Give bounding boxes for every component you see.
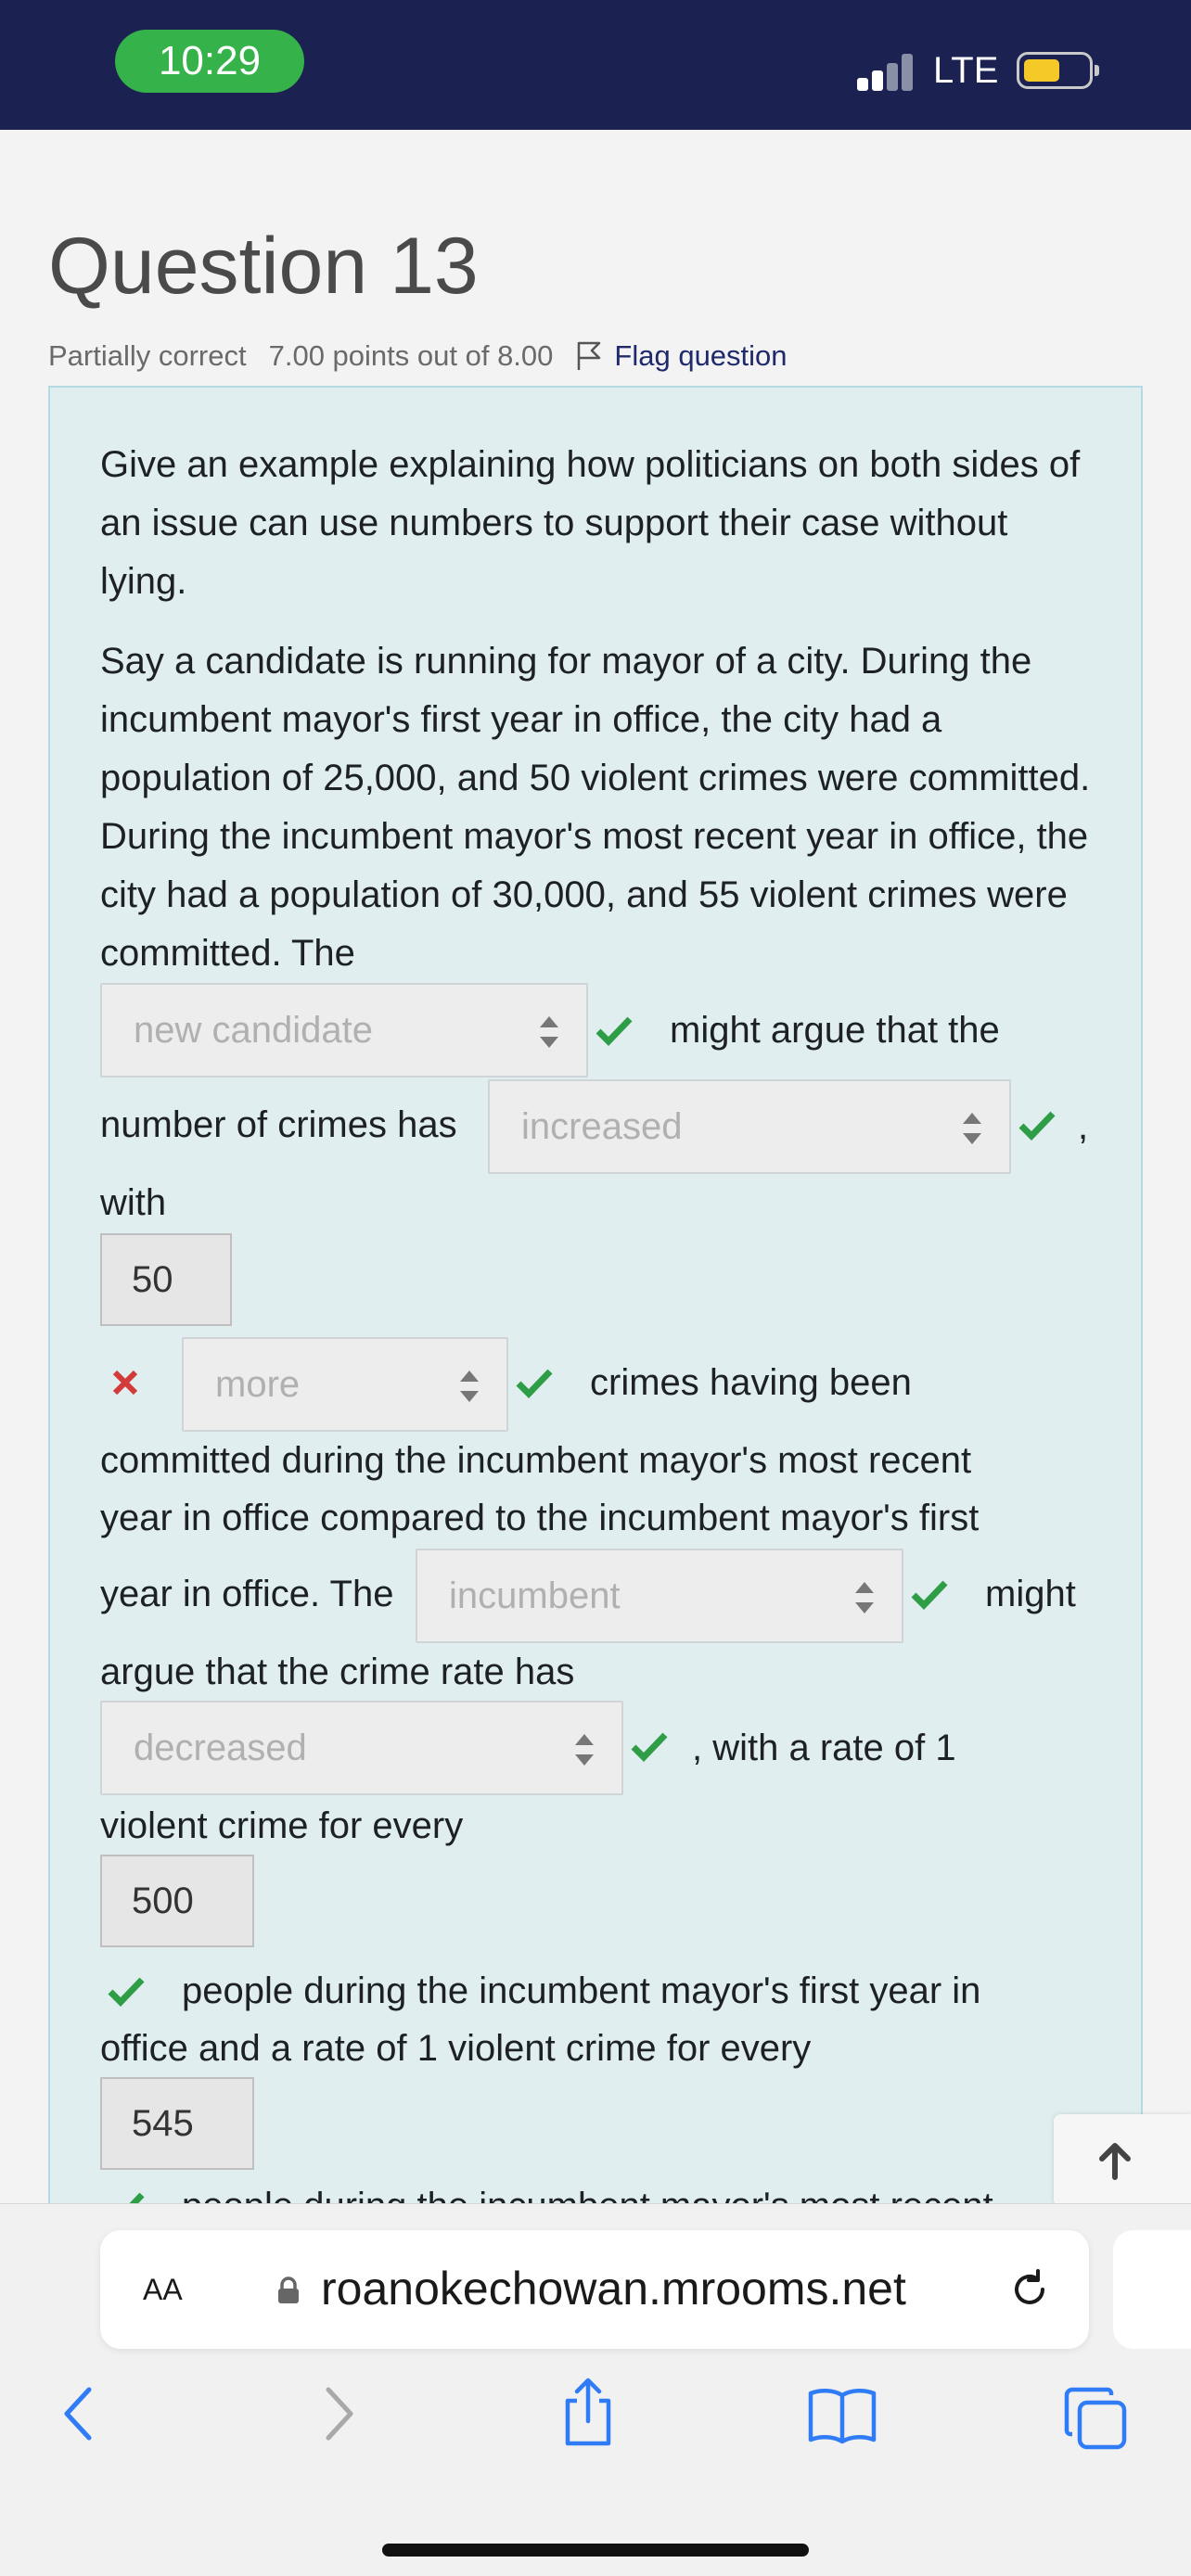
question-title: Question 13: [48, 222, 479, 311]
answer-select-3[interactable]: more: [182, 1337, 508, 1432]
text-people-first-year: people during the incumbent mayor's firs…: [182, 1970, 981, 2011]
status-time: 10:29: [115, 30, 304, 93]
answer-select-4-value: incumbent: [449, 1575, 621, 1616]
answer-select-1[interactable]: new candidate: [100, 983, 588, 1078]
correct-check-icon: [516, 1369, 553, 1398]
answer-select-2-value: increased: [521, 1106, 683, 1147]
status-bar: 10:29 LTE: [0, 0, 1191, 130]
question-scenario: Say a candidate is running for mayor of …: [100, 641, 1091, 974]
text-with-a-rate: , with a rate of 1: [692, 1728, 956, 1768]
forward-icon[interactable]: [319, 2384, 360, 2443]
select-arrows-icon: [855, 1582, 874, 1613]
correct-check-icon: [596, 1016, 633, 1046]
flag-icon: [578, 341, 601, 370]
answer-input-3[interactable]: 545: [100, 2077, 254, 2170]
select-arrows-icon: [963, 1113, 981, 1144]
incorrect-cross-icon: [112, 1370, 138, 1396]
correct-check-icon: [1018, 1111, 1056, 1141]
text-might: might: [985, 1574, 1076, 1614]
select-arrows-icon: [575, 1734, 594, 1766]
back-to-top-button[interactable]: [1054, 2114, 1191, 2207]
home-indicator: [382, 2544, 809, 2557]
answer-input-1[interactable]: 50: [100, 1233, 232, 1326]
question-state: Partially correct: [48, 339, 247, 372]
network-type: LTE: [933, 50, 999, 91]
select-arrows-icon: [540, 1016, 558, 1048]
answer-select-5-value: decreased: [134, 1728, 307, 1768]
tabs-icon[interactable]: [1063, 2386, 1128, 2451]
answer-select-3-value: more: [215, 1364, 301, 1405]
correct-check-icon: [108, 1977, 145, 2007]
answer-select-2[interactable]: increased: [488, 1079, 1011, 1174]
share-icon[interactable]: [560, 2377, 616, 2447]
text-with: with: [100, 1182, 167, 1223]
text-size-button[interactable]: AA: [143, 2264, 183, 2310]
flag-question-link[interactable]: Flag question: [575, 339, 788, 373]
battery-icon: [1017, 52, 1099, 89]
address-bar[interactable]: AA roanokechowan.mrooms.net: [100, 2230, 1089, 2349]
text-office-and-rate: office and a rate of 1 violent crime for…: [100, 2028, 812, 2069]
text-year-in-office: year in office compared to the incumbent…: [100, 1498, 980, 1538]
answer-select-1-value: new candidate: [134, 1010, 373, 1051]
question-points: 7.00 points out of 8.00: [268, 339, 554, 372]
text-crime-rate-has: argue that the crime rate has: [100, 1651, 575, 1692]
correct-check-icon: [631, 1732, 668, 1762]
text-number-of-crimes: number of crimes has: [100, 1104, 457, 1145]
lock-icon: [278, 2276, 299, 2303]
select-arrows-icon: [460, 1371, 479, 1402]
answer-select-5[interactable]: decreased: [100, 1701, 623, 1795]
text-year-in-office-the: year in office. The: [100, 1574, 394, 1614]
bookmarks-icon[interactable]: [807, 2386, 877, 2445]
reload-icon[interactable]: [1007, 2267, 1052, 2312]
back-icon[interactable]: [58, 2384, 98, 2443]
text-comma: ,: [1078, 1106, 1089, 1147]
flag-question-label: Flag question: [614, 339, 788, 372]
text-committed: committed during the incumbent mayor's m…: [100, 1440, 972, 1481]
arrow-up-icon: [1099, 2143, 1131, 2180]
next-tab-preview[interactable]: [1113, 2230, 1191, 2349]
url-text: roanokechowan.mrooms.net: [321, 2263, 906, 2315]
answer-select-4[interactable]: incumbent: [416, 1549, 903, 1643]
text-might-argue: might argue that the: [670, 1010, 1000, 1051]
text-crimes-having-been: crimes having been: [590, 1362, 912, 1403]
correct-check-icon: [911, 1580, 948, 1610]
cellular-signal-icon: [857, 54, 920, 91]
question-prompt: Give an example explaining how politicia…: [100, 444, 1081, 602]
answer-input-2[interactable]: 500: [100, 1855, 254, 1947]
text-violent-crime-for-every: violent crime for every: [100, 1805, 464, 1846]
question-info: Partially correct 7.00 points out of 8.0…: [48, 339, 788, 373]
browser-toolbar: AA roanokechowan.mrooms.net: [0, 2203, 1191, 2576]
